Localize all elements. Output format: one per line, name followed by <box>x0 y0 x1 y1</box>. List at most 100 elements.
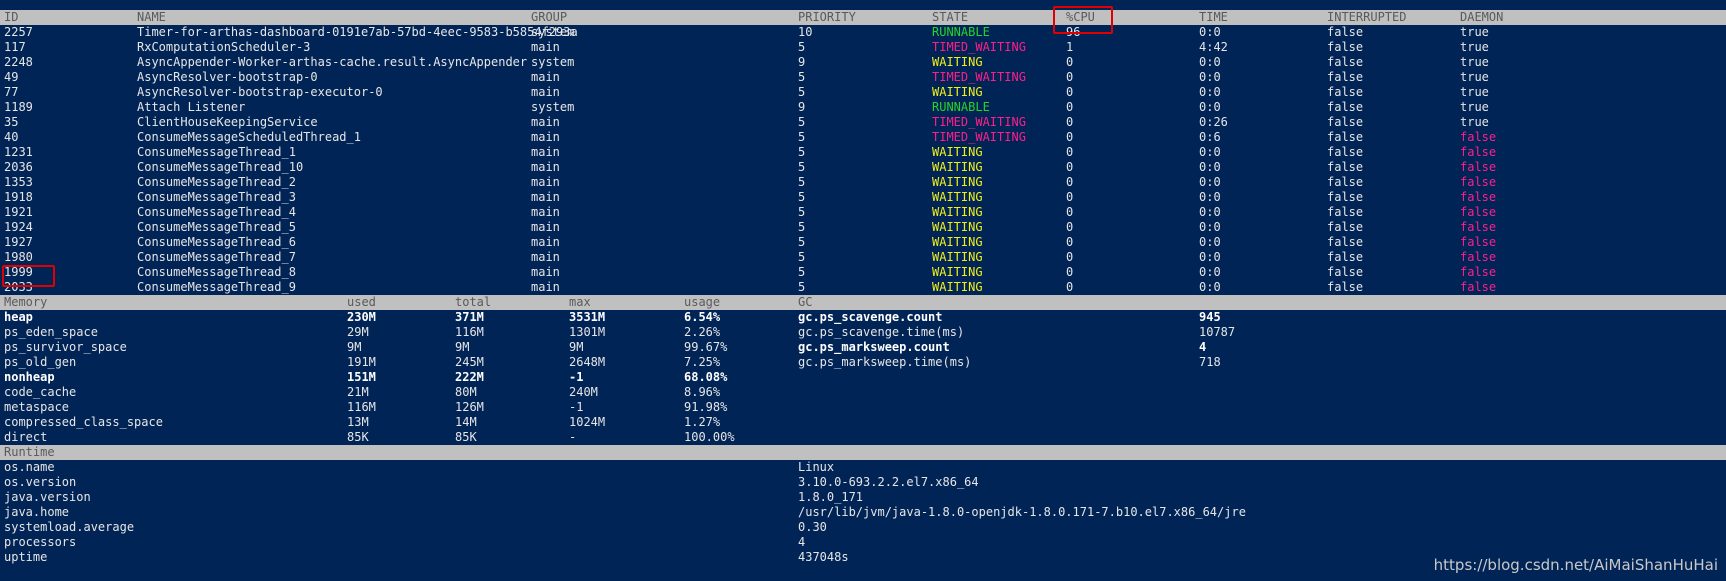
thread-row: 49 AsyncResolver-bootstrap-0 main 5 TIMED_WA… <box>0 70 1726 85</box>
thread-row: 1927 ConsumeMessageThread_6 main 5 WAITING 0 0… <box>0 235 1726 250</box>
runtime-name-cell: java.home <box>4 505 70 519</box>
thread-name-cell: ConsumeMessageThread_1 <box>137 145 296 159</box>
thread-row: 40 ConsumeMessageScheduledThread_1 main 5 TI… <box>0 130 1726 145</box>
thread-daemon-cell: true <box>1460 70 1489 84</box>
thread-state-cell: WAITING <box>932 160 983 174</box>
thread-group-cell: main <box>531 40 560 54</box>
thread-time-cell: 0:0 <box>1199 25 1221 39</box>
thread-cpu-cell: 0 <box>1066 205 1074 219</box>
thread-time-cell: 0:0 <box>1199 145 1221 159</box>
memory-name-cell: compressed_class_space <box>4 415 163 429</box>
thread-interrupted-cell: false <box>1327 160 1364 174</box>
header-group: GROUP <box>531 10 568 24</box>
header-gc: GC <box>798 295 813 309</box>
thread-time-cell: 0:0 <box>1199 250 1221 264</box>
gc-value-cell: 4 <box>1199 340 1207 354</box>
memory-row: metaspace 116M 126M -1 91.98% <box>0 400 1726 415</box>
thread-group-cell: main <box>531 115 560 129</box>
runtime-name-cell: systemload.average <box>4 520 135 534</box>
thread-row: 2248 AsyncAppender-Worker-arthas-cache.re… <box>0 55 1726 70</box>
memory-name-cell: metaspace <box>4 400 70 414</box>
thread-row: 35 ClientHouseKeepingService main 5 TIMED_WA… <box>0 115 1726 130</box>
memory-name-cell: ps_eden_space <box>4 325 98 339</box>
thread-name-cell: ConsumeMessageThread_7 <box>137 250 296 264</box>
thread-state-cell: WAITING <box>932 265 983 279</box>
thread-daemon-cell: false <box>1460 175 1497 189</box>
thread-interrupted-cell: false <box>1327 85 1364 99</box>
thread-interrupted-cell: false <box>1327 55 1364 69</box>
thread-interrupted-cell: false <box>1327 175 1364 189</box>
memory-row: compressed_class_space 13M 14M 1024M 1.27% <box>0 415 1726 430</box>
thread-interrupted-cell: false <box>1327 70 1364 84</box>
thread-daemon-cell: true <box>1460 55 1489 69</box>
thread-table: ID NAME GROUP PRIORITY STATE %CPU TIME I… <box>0 10 1726 295</box>
thread-group-cell: system <box>531 25 575 39</box>
thread-priority-cell: 5 <box>798 85 806 99</box>
runtime-row: os.version 3.10.0-693.2.2.el7.x86_64 <box>0 475 1726 490</box>
runtime-value-cell: 4 <box>798 535 806 549</box>
runtime-panel: Runtime os.name Linux os.version 3.10.0-693… <box>0 445 1726 565</box>
thread-time-cell: 0:0 <box>1199 160 1221 174</box>
thread-interrupted-cell: false <box>1327 40 1364 54</box>
thread-id-cell: 1924 <box>4 220 33 234</box>
thread-daemon-cell: true <box>1460 85 1489 99</box>
thread-state-cell: WAITING <box>932 85 983 99</box>
thread-interrupted-cell: false <box>1327 190 1364 204</box>
memory-usage-cell: 2.26% <box>684 325 721 339</box>
thread-cpu-cell: 0 <box>1066 130 1074 144</box>
thread-interrupted-cell: false <box>1327 280 1364 294</box>
thread-daemon-cell: false <box>1460 190 1497 204</box>
thread-id-cell: 35 <box>4 115 19 129</box>
runtime-value-cell: 0.30 <box>798 520 827 534</box>
thread-row: 1999 ConsumeMessageThread_8 main 5 WAITING 0 0… <box>0 265 1726 280</box>
thread-group-cell: system <box>531 55 575 69</box>
thread-cpu-cell: 0 <box>1066 175 1074 189</box>
thread-state-cell: WAITING <box>932 55 983 69</box>
header-time: TIME <box>1199 10 1228 24</box>
memory-max-cell: -1 <box>569 370 584 384</box>
memory-used-cell: 116M <box>347 400 376 414</box>
memory-max-cell: 2648M <box>569 355 606 369</box>
thread-priority-cell: 5 <box>798 175 806 189</box>
runtime-row: os.name Linux <box>0 460 1726 475</box>
memory-row: ps_survivor_space 9M 9M 9M 99.67% gc.ps_marks… <box>0 340 1726 355</box>
thread-state-cell: WAITING <box>932 235 983 249</box>
thread-row: 1918 ConsumeMessageThread_3 main 5 WAITING 0 0… <box>0 190 1726 205</box>
thread-interrupted-cell: false <box>1327 220 1364 234</box>
thread-priority-cell: 5 <box>798 160 806 174</box>
thread-group-cell: main <box>531 280 560 294</box>
thread-id-cell: 117 <box>4 40 26 54</box>
runtime-name-cell: os.version <box>4 475 77 489</box>
memory-name-cell: heap <box>4 310 33 324</box>
memory-row: code_cache 21M 80M 240M 8.96% <box>0 385 1726 400</box>
memory-used-cell: 21M <box>347 385 369 399</box>
runtime-header: Runtime <box>0 445 1726 460</box>
thread-interrupted-cell: false <box>1327 25 1364 39</box>
thread-row: 1189 Attach Listener system 9 RUNNABLE 0 0:0 fa… <box>0 100 1726 115</box>
memory-row: heap 230M 371M 3531M 6.54% gc.ps_scavenge.cou… <box>0 310 1726 325</box>
thread-cpu-cell: 0 <box>1066 145 1074 159</box>
memory-max-cell: 1301M <box>569 325 606 339</box>
thread-daemon-cell: false <box>1460 280 1497 294</box>
cpu-highlight-box <box>1053 6 1113 34</box>
header-runtime: Runtime <box>4 445 55 459</box>
runtime-row: java.version 1.8.0_171 <box>0 490 1726 505</box>
thread-cpu-cell: 0 <box>1066 85 1074 99</box>
thread-priority-cell: 5 <box>798 190 806 204</box>
thread-priority-cell: 9 <box>798 55 806 69</box>
thread-state-cell: RUNNABLE <box>932 25 990 39</box>
thread-state-cell: WAITING <box>932 220 983 234</box>
thread-priority-cell: 5 <box>798 265 806 279</box>
runtime-name-cell: uptime <box>4 550 48 564</box>
thread-name-cell: ConsumeMessageThread_3 <box>137 190 296 204</box>
thread-name-cell: ConsumeMessageThread_5 <box>137 220 296 234</box>
memory-max-cell: - <box>569 430 577 444</box>
memory-used-cell: 151M <box>347 370 376 384</box>
thread-daemon-cell: true <box>1460 100 1489 114</box>
thread-priority-cell: 5 <box>798 115 806 129</box>
memory-panel: Memory used total max usage GC heap 230M 3… <box>0 295 1726 445</box>
memory-row: ps_eden_space 29M 116M 1301M 2.26% gc.ps_scav… <box>0 325 1726 340</box>
memory-total-cell: 116M <box>455 325 484 339</box>
memory-used-cell: 13M <box>347 415 369 429</box>
gc-name-cell: gc.ps_scavenge.count <box>798 310 943 324</box>
